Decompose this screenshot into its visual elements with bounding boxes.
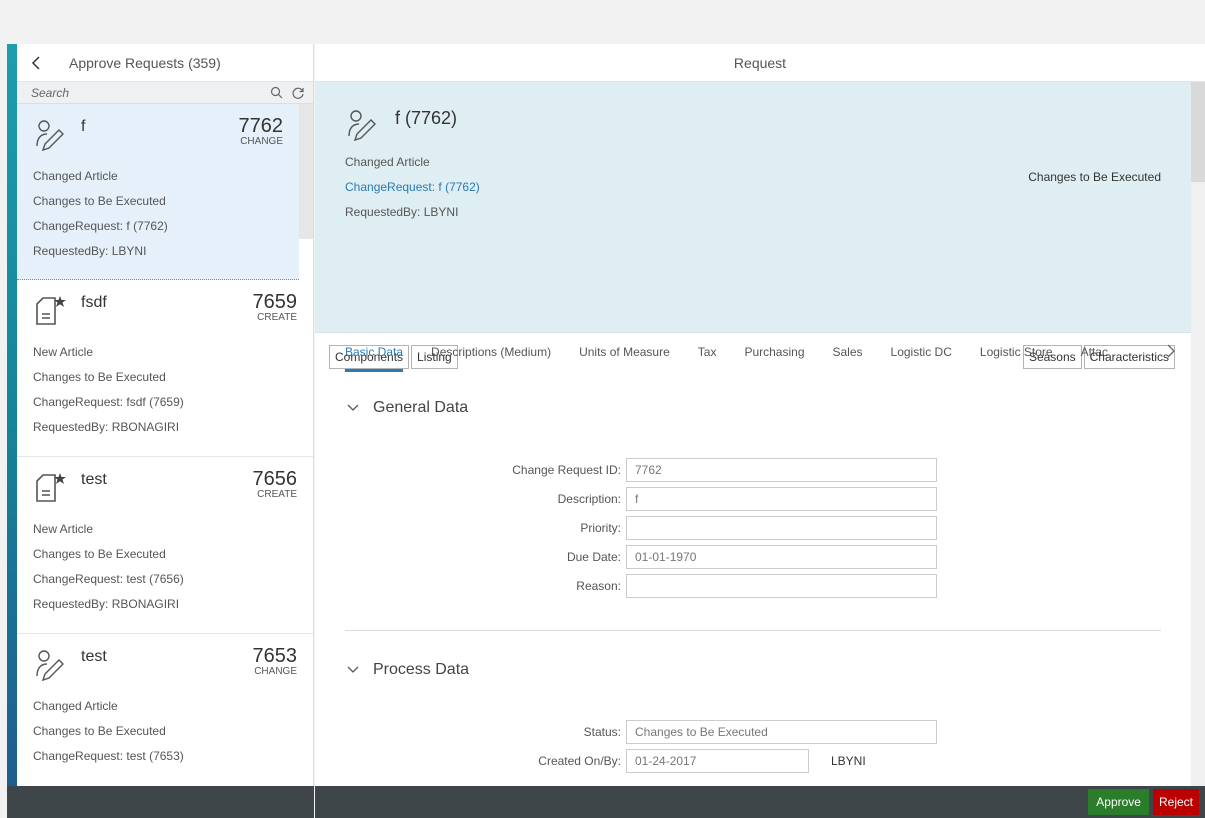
change-request-id-field[interactable] [626,457,937,482]
document-star-icon [36,473,66,502]
document-star-icon [36,296,66,325]
detail-footer: Approve Reject [315,786,1205,818]
general-data-section-header[interactable]: General Data [347,399,1177,417]
chevron-down-icon [347,404,359,411]
item-attribute: Changed Article [33,699,118,713]
tab-attachments[interactable]: Attac [1081,332,1108,372]
field-label: Description: [557,491,621,506]
list-item[interactable]: fsdf 7659 CREATE New Article Changes to B… [17,280,313,457]
item-status: Changes to Be Executed [33,724,166,738]
tab-descriptions[interactable]: Descriptions (Medium) [431,332,551,372]
user-edit-icon [36,120,64,152]
object-title: f (7762) [395,108,458,128]
process-data-section-header[interactable]: Process Data [347,661,1177,679]
tab-tax[interactable]: Tax [698,332,717,372]
item-requested-by: RequestedBy: RBONAGIRI [33,597,180,611]
item-status: Changes to Be Executed [33,547,166,561]
reject-button[interactable]: Reject [1152,789,1199,815]
tab-basic-data[interactable]: Basic Data [345,332,404,372]
detail-scrollbar[interactable] [1191,82,1205,786]
item-change-request: ChangeRequest: f (7762) [33,219,168,233]
search-input[interactable] [31,85,263,100]
created-by: LBYNI [831,753,866,768]
due-date-field[interactable] [626,544,937,569]
field-label: Due Date: [566,549,621,564]
user-edit-icon [348,110,376,142]
item-title: f [81,118,86,135]
tab-logistic-dc[interactable]: Logistic DC [891,332,952,372]
master-header: Approve Requests (359) [17,44,313,82]
tab-units-of-measure[interactable]: Units of Measure [579,332,670,372]
field-label: Reason: [576,578,621,593]
item-title: test [81,471,107,488]
search-icon[interactable] [267,84,285,102]
item-number: 7762 [238,115,284,137]
item-change-request: ChangeRequest: fsdf (7659) [33,395,184,409]
field-label: Status: [583,724,621,739]
master-footer [7,786,314,818]
item-attribute: New Article [33,345,94,359]
item-requested-by: RequestedBy: RBONAGIRI [33,420,180,434]
priority-field[interactable] [626,515,937,540]
item-change-request: ChangeRequest: test (7656) [33,572,184,586]
tab-bar: Basic Data Descriptions (Medium) Units o… [315,332,1191,372]
list-item[interactable]: test 7656 CREATE New Article Changes to B… [17,457,313,634]
master-title: Approve Requests (359) [69,54,221,71]
section-divider [345,630,1161,631]
item-type: CHANGE [254,666,297,677]
refresh-icon[interactable] [289,84,307,102]
item-number: 7656 [252,468,298,490]
item-attribute: New Article [33,522,94,536]
object-header: f (7762) Changed Article ChangeRequest: … [315,82,1191,372]
back-button[interactable] [17,44,55,82]
item-number: 7653 [252,645,298,667]
general-data-form: Change Request ID: Description: Priority… [329,455,1177,600]
item-status: Changes to Be Executed [33,370,166,384]
approve-button[interactable]: Approve [1088,789,1149,815]
item-attribute: Changed Article [33,169,118,183]
item-type: CREATE [257,312,297,323]
status-field[interactable] [626,719,937,744]
shell-bar [0,0,1205,44]
list-scrollbar[interactable] [299,104,313,239]
requested-by: RequestedBy: LBYNI [345,205,459,219]
scrollbar-thumb[interactable] [1191,82,1205,182]
detail-panel: Request f (7762) Changed Article ChangeR… [315,44,1205,786]
section-title: General Data [373,399,469,416]
chevron-down-icon [347,666,359,673]
item-requested-by: RequestedBy: LBYNI [33,244,147,258]
detail-title: Request [315,44,1205,82]
object-status: Changes to Be Executed [1028,170,1161,184]
field-label: Change Request ID: [512,462,621,477]
description-field[interactable] [626,486,937,511]
created-on-field[interactable] [626,748,809,773]
master-list-panel: Approve Requests (359) f 7762CHANGE Chan… [17,44,314,786]
field-label: Priority: [580,520,621,535]
item-title: test [81,648,107,665]
user-edit-icon [36,650,64,682]
item-status: Changes to Be Executed [33,194,166,208]
item-type: CREATE [257,489,297,500]
chevron-right-icon[interactable] [1167,344,1175,358]
process-data-form: Status: Created On/By: LBYNI [329,717,1177,775]
basic-data-content: Components Listing Seasons Characteristi… [315,332,1191,775]
item-number: 7659 [252,291,298,313]
list-item[interactable]: f 7762 CHANGE Changed Article Changes to … [17,104,299,280]
item-title: fsdf [81,294,107,311]
item-change-request: ChangeRequest: test (7653) [33,749,184,763]
tab-logistic-store[interactable]: Logistic Store [980,332,1053,372]
chevron-left-icon [31,55,40,70]
request-list: f 7762 CHANGE Changed Article Changes to … [17,104,313,786]
section-title: Process Data [373,661,470,678]
reason-field[interactable] [626,573,937,598]
tab-sales[interactable]: Sales [833,332,863,372]
item-type: CHANGE [240,136,283,147]
accent-strip [7,44,17,786]
search-bar [17,82,313,104]
list-item[interactable]: test 7653 CHANGE Changed Article Changes … [17,634,313,786]
field-label: Created On/By: [538,753,621,768]
tab-purchasing[interactable]: Purchasing [744,332,804,372]
